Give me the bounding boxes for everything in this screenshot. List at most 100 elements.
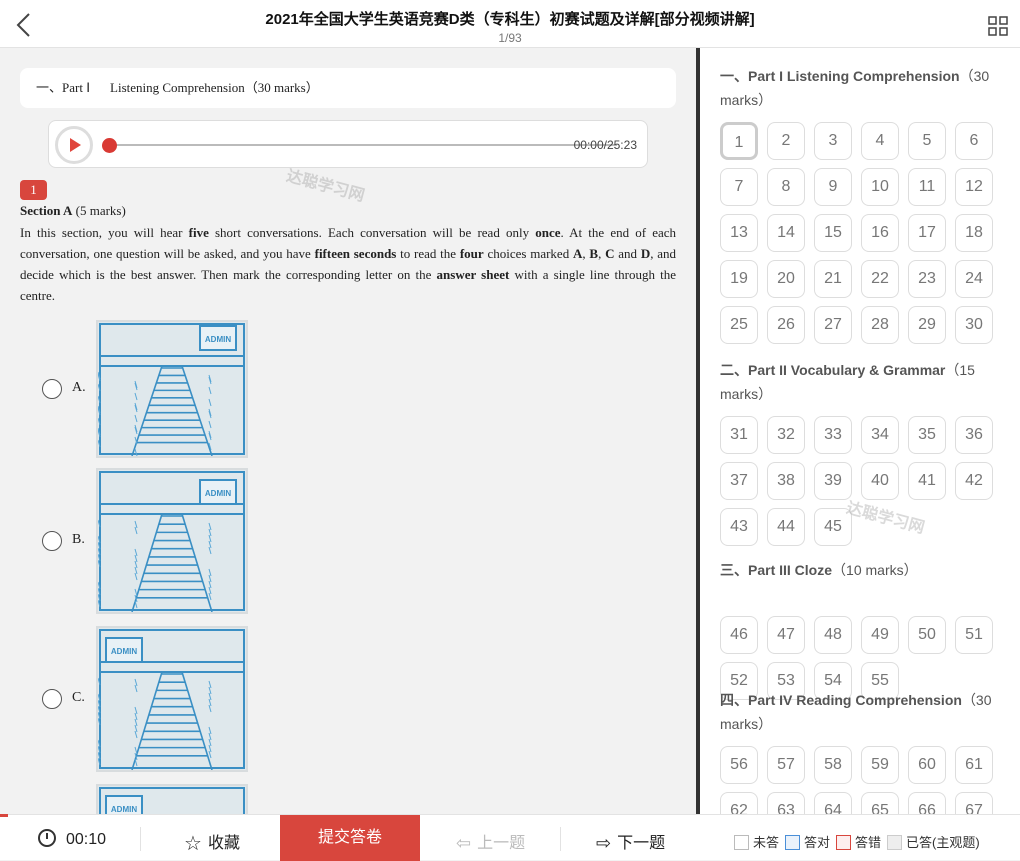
- question-number-button[interactable]: 39: [814, 462, 852, 500]
- question-number-button[interactable]: 25: [720, 306, 758, 344]
- question-number-button[interactable]: 45: [814, 508, 852, 546]
- question-number-button[interactable]: 41: [908, 462, 946, 500]
- question-number-button[interactable]: 60: [908, 746, 946, 784]
- question-number-button[interactable]: 15: [814, 214, 852, 252]
- question-number-button[interactable]: 28: [861, 306, 899, 344]
- question-number-button[interactable]: 22: [861, 260, 899, 298]
- question-number-button[interactable]: 50: [908, 616, 946, 654]
- option-radio[interactable]: [42, 689, 62, 709]
- legend-item: 答错: [836, 832, 881, 851]
- question-number-button[interactable]: 57: [767, 746, 805, 784]
- question-number-button[interactable]: 64: [814, 792, 852, 814]
- question-number-button[interactable]: 44: [767, 508, 805, 546]
- stairs-drawing: ADMIN: [99, 787, 245, 814]
- option-d: D.ADMIN: [42, 784, 262, 814]
- question-number-button[interactable]: 24: [955, 260, 993, 298]
- question-number-button[interactable]: 27: [814, 306, 852, 344]
- question-number-button[interactable]: 29: [908, 306, 946, 344]
- question-number-button[interactable]: 61: [955, 746, 993, 784]
- question-number-button[interactable]: 31: [720, 416, 758, 454]
- question-number-button[interactable]: 16: [861, 214, 899, 252]
- question-number-button[interactable]: 46: [720, 616, 758, 654]
- question-number-button[interactable]: 36: [955, 416, 993, 454]
- option-image[interactable]: ADMIN: [96, 626, 248, 772]
- question-area: 一、Part Ⅰ Listening Comprehension（30 marks…: [0, 48, 696, 814]
- question-number-button[interactable]: 43: [720, 508, 758, 546]
- question-number-button[interactable]: 56: [720, 746, 758, 784]
- question-number-button[interactable]: 3: [814, 122, 852, 160]
- question-number-button[interactable]: 26: [767, 306, 805, 344]
- question-number-button[interactable]: 37: [720, 462, 758, 500]
- svg-text:ADMIN: ADMIN: [111, 805, 137, 814]
- status-legend: 未答 答对 答错 已答(主观题): [734, 832, 986, 851]
- question-number-button[interactable]: 38: [767, 462, 805, 500]
- question-number-button[interactable]: 35: [908, 416, 946, 454]
- question-number-button[interactable]: 17: [908, 214, 946, 252]
- prev-label: 上一题: [477, 835, 526, 852]
- option-image[interactable]: ADMIN: [96, 320, 248, 458]
- group-title: 一、Part I Listening Comprehension（30 mark…: [720, 64, 1000, 112]
- question-number-button[interactable]: 34: [861, 416, 899, 454]
- question-number-button[interactable]: 7: [720, 168, 758, 206]
- question-number-button[interactable]: 4: [861, 122, 899, 160]
- legend-label: 未答: [753, 835, 780, 850]
- question-number-button[interactable]: 18: [955, 214, 993, 252]
- legend-swatch: [785, 835, 801, 850]
- instruction-text: to read the: [396, 246, 460, 261]
- arrow-right-icon: ⇨: [596, 833, 612, 853]
- question-number-button[interactable]: 58: [814, 746, 852, 784]
- question-number-button[interactable]: 5: [908, 122, 946, 160]
- question-number-button[interactable]: 11: [908, 168, 946, 206]
- question-number-button[interactable]: 49: [861, 616, 899, 654]
- play-button[interactable]: [55, 126, 93, 164]
- legend-item: 未答: [734, 832, 779, 851]
- option-c: C. ADMIN: [42, 626, 262, 772]
- question-number-button[interactable]: 65: [861, 792, 899, 814]
- option-image[interactable]: ADMIN: [96, 784, 248, 814]
- grid-menu-icon[interactable]: [988, 16, 1008, 36]
- question-number-button[interactable]: 9: [814, 168, 852, 206]
- part-name: Listening Comprehension（30 marks）: [110, 80, 319, 95]
- question-number-button[interactable]: 20: [767, 260, 805, 298]
- submit-button[interactable]: 提交答卷: [280, 815, 420, 861]
- question-number-button[interactable]: 23: [908, 260, 946, 298]
- question-number-button[interactable]: 21: [814, 260, 852, 298]
- question-number-button[interactable]: 12: [955, 168, 993, 206]
- question-number-button[interactable]: 13: [720, 214, 758, 252]
- question-number-button[interactable]: 1: [720, 122, 758, 160]
- question-number-button[interactable]: 51: [955, 616, 993, 654]
- question-number-button[interactable]: 47: [767, 616, 805, 654]
- option-radio[interactable]: [42, 379, 62, 399]
- question-number-button[interactable]: 59: [861, 746, 899, 784]
- question-number-button[interactable]: 48: [814, 616, 852, 654]
- question-number-button[interactable]: 6: [955, 122, 993, 160]
- question-number-button[interactable]: 62: [720, 792, 758, 814]
- prev-question-button[interactable]: ⇦ 上一题: [456, 829, 525, 854]
- question-number-button[interactable]: 67: [955, 792, 993, 814]
- instruction-text: four: [459, 246, 484, 261]
- option-label: C.: [72, 690, 85, 705]
- question-number-button[interactable]: 33: [814, 416, 852, 454]
- question-number-button[interactable]: 8: [767, 168, 805, 206]
- option-image[interactable]: ADMIN: [96, 468, 248, 614]
- question-number-button[interactable]: 10: [861, 168, 899, 206]
- audio-progress-track[interactable]: [109, 144, 617, 146]
- question-number-button[interactable]: 32: [767, 416, 805, 454]
- option-radio[interactable]: [42, 531, 62, 551]
- instruction-text: fifteen seconds: [314, 246, 397, 261]
- question-number-button[interactable]: 30: [955, 306, 993, 344]
- group-title-name: 三、Part III Cloze: [720, 562, 833, 578]
- question-number-button[interactable]: 2: [767, 122, 805, 160]
- audio-progress-knob[interactable]: [102, 138, 117, 153]
- question-number-button[interactable]: 42: [955, 462, 993, 500]
- question-number-button[interactable]: 19: [720, 260, 758, 298]
- question-number-button[interactable]: 66: [908, 792, 946, 814]
- question-counter: 1/93: [498, 31, 522, 45]
- favorite-button[interactable]: ☆ 收藏: [184, 829, 240, 856]
- next-question-button[interactable]: ⇨ 下一题: [596, 829, 665, 854]
- answer-sheet-panel: 一、Part I Listening Comprehension（30 mark…: [700, 48, 1020, 814]
- question-number-button[interactable]: 14: [767, 214, 805, 252]
- question-number-button[interactable]: 63: [767, 792, 805, 814]
- stairs-drawing: ADMIN: [97, 471, 245, 613]
- question-number-button[interactable]: 40: [861, 462, 899, 500]
